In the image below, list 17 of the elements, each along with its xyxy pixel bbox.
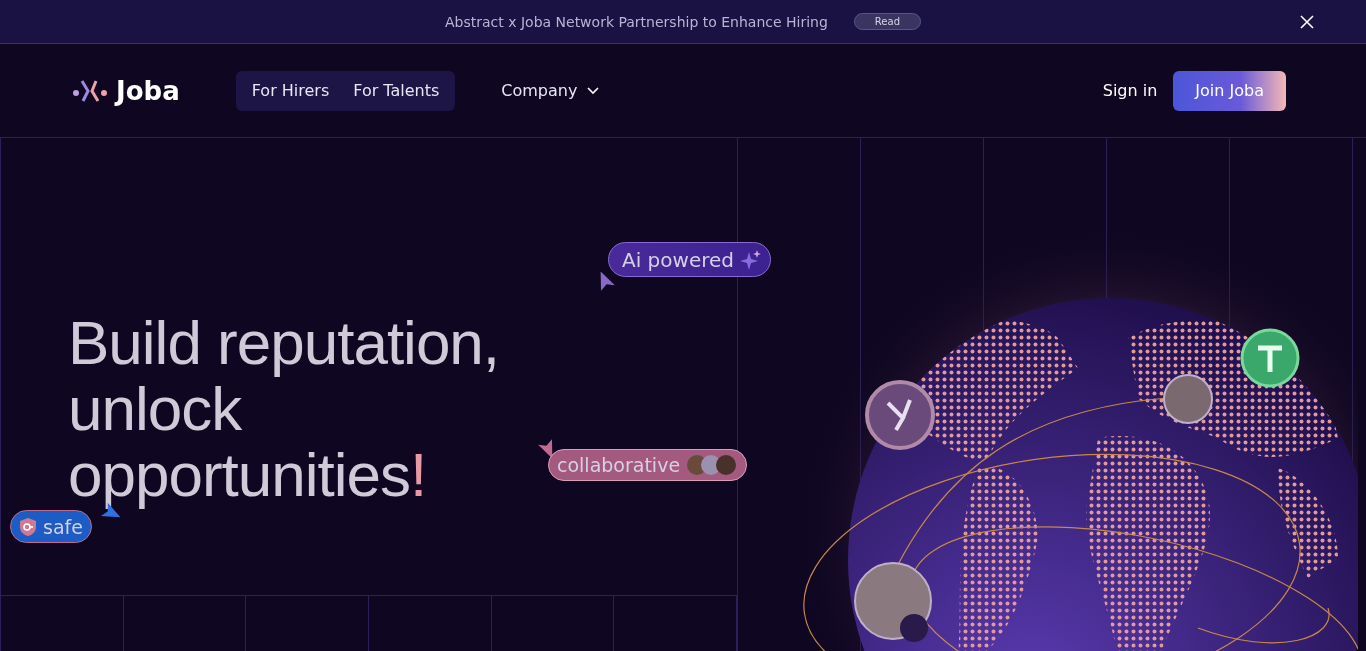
sign-in-link[interactable]: Sign in — [1102, 81, 1158, 100]
join-button[interactable]: Join Joba — [1173, 70, 1286, 111]
tag-label: collaborative — [557, 454, 681, 476]
shield-icon — [19, 516, 37, 537]
sparkle-icon — [740, 248, 762, 271]
avatar-group-icon — [686, 454, 739, 476]
nav-tab[interactable]: For Hirers — [239, 81, 342, 100]
read-button[interactable]: Read — [853, 13, 921, 30]
nav-tab[interactable]: For Talents — [341, 81, 452, 100]
company-menu[interactable]: Company — [495, 80, 606, 101]
tag-label: Ai powered — [622, 247, 734, 272]
announcement-text: Abstract x Joba Network Partnership to Enhance Hiring — [445, 13, 828, 30]
close-button[interactable] — [1298, 13, 1316, 31]
tag-label: safe — [43, 515, 83, 538]
logo-text[interactable]: Joba — [116, 75, 180, 106]
hero-headline: Build reputation, unlock opportunities! — [68, 310, 500, 508]
chevron-down-icon — [587, 86, 600, 95]
